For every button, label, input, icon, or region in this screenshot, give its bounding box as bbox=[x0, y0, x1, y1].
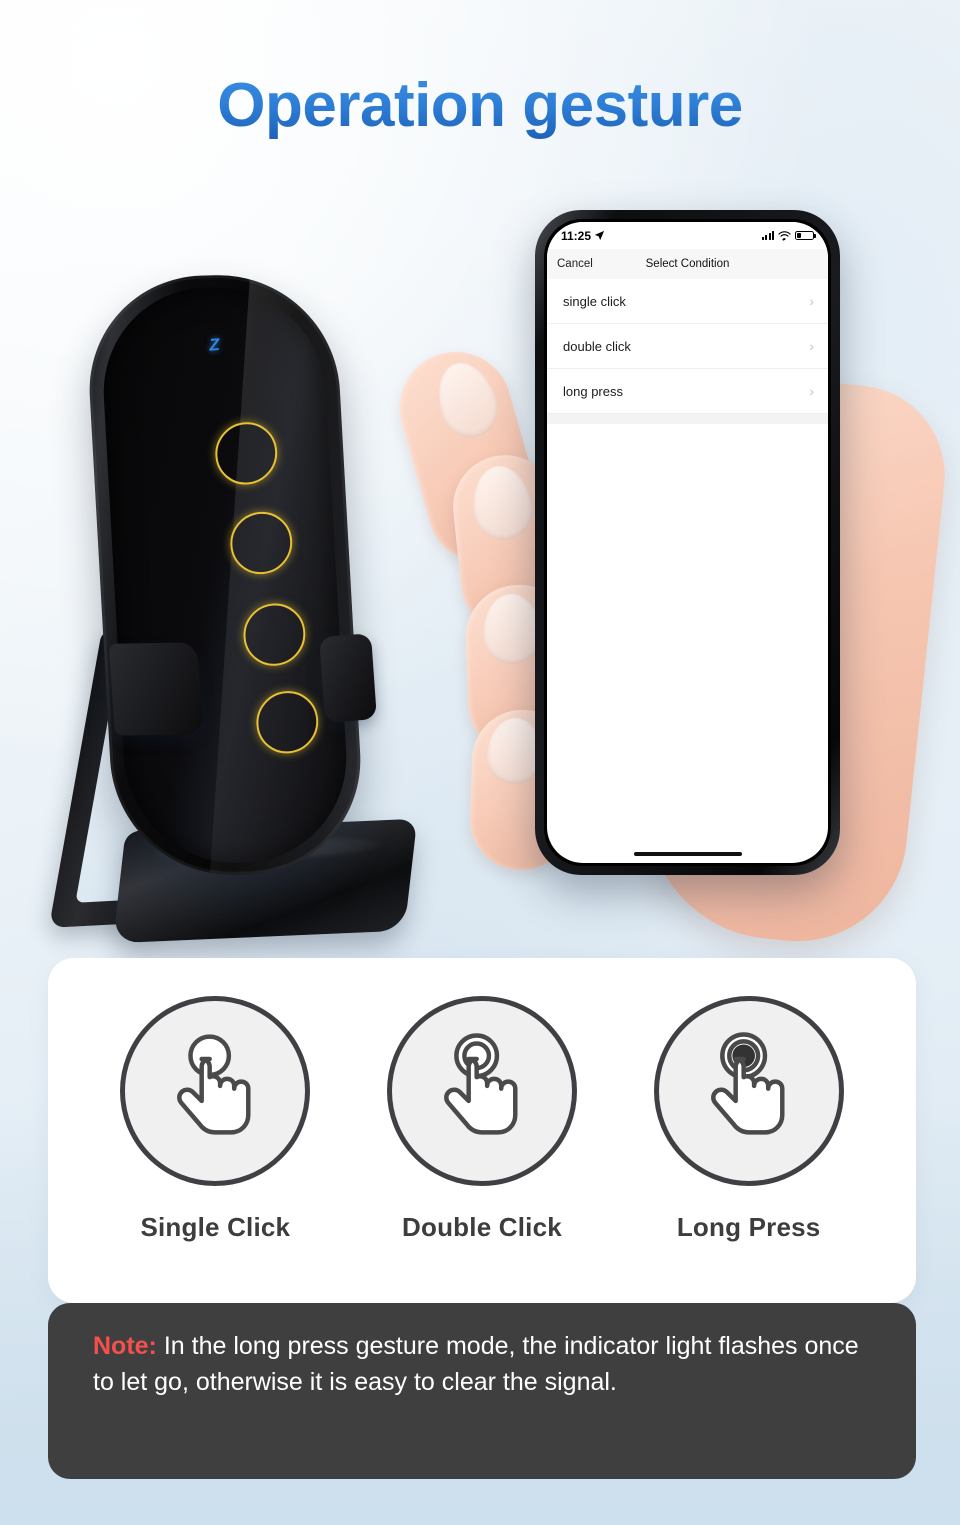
condition-list: single click › double click › long press… bbox=[547, 279, 828, 424]
smartphone: 11:25 Cancel Select Condition single cli… bbox=[535, 210, 840, 875]
gesture-label: Long Press bbox=[676, 1212, 821, 1242]
device-touch-panel: Z bbox=[83, 271, 367, 879]
chevron-right-icon: › bbox=[809, 293, 814, 309]
list-item-long-press[interactable]: long press › bbox=[547, 369, 828, 414]
note-box: Note: In the long press gesture mode, th… bbox=[48, 1303, 916, 1479]
list-item-label: long press bbox=[563, 383, 623, 399]
hero-photo-section: Z 11:25 Cancel Select Condition single c… bbox=[0, 190, 960, 970]
wifi-icon bbox=[778, 230, 791, 241]
chevron-right-icon: › bbox=[809, 383, 814, 399]
hand-holding-phone: 11:25 Cancel Select Condition single cli… bbox=[386, 190, 955, 970]
chevron-right-icon: › bbox=[809, 338, 814, 354]
device-mount-clip-right bbox=[319, 633, 377, 723]
gesture-icon-circle bbox=[653, 996, 844, 1186]
location-arrow-icon bbox=[594, 230, 605, 241]
note-label: Note: bbox=[93, 1332, 157, 1360]
gesture-icon-circle bbox=[386, 996, 577, 1186]
list-bottom-spacer bbox=[547, 414, 828, 424]
status-time: 11:25 bbox=[561, 228, 592, 243]
battery-icon bbox=[795, 230, 816, 241]
list-item-label: double click bbox=[563, 338, 631, 354]
list-item-double-click[interactable]: double click › bbox=[547, 324, 828, 369]
gesture-label: Single Click bbox=[140, 1212, 291, 1242]
hand-tap-single-icon bbox=[177, 1034, 251, 1135]
gesture-list: Single Click Double Click Long Press bbox=[48, 958, 916, 1243]
nav-title: Select Condition bbox=[645, 258, 730, 270]
hand-tap-hold-icon bbox=[710, 1032, 785, 1135]
cellular-signal-icon bbox=[761, 231, 774, 240]
status-bar-left: 11:25 bbox=[561, 229, 605, 243]
phone-bezel: 11:25 Cancel Select Condition single cli… bbox=[544, 219, 831, 866]
gesture-double-click: Double Click bbox=[357, 996, 607, 1243]
device-mount-clip-left bbox=[108, 642, 204, 736]
gesture-card: Single Click Double Click Long Press bbox=[48, 958, 916, 1303]
phone-screen[interactable]: 11:25 Cancel Select Condition single cli… bbox=[547, 222, 828, 863]
hand-tap-double-icon bbox=[444, 1033, 518, 1135]
app-nav-bar: Cancel Select Condition bbox=[547, 249, 828, 279]
note-text: In the long press gesture mode, the indi… bbox=[93, 1332, 859, 1396]
status-bar-right bbox=[761, 230, 816, 241]
page-title: Operation gesture bbox=[217, 71, 743, 140]
gesture-icon-circle bbox=[120, 996, 311, 1186]
gesture-single-click: Single Click bbox=[90, 996, 340, 1243]
device-brand-logo: Z bbox=[208, 334, 221, 355]
gesture-long-press: Long Press bbox=[624, 996, 874, 1243]
list-item-single-click[interactable]: single click › bbox=[547, 279, 828, 324]
status-bar: 11:25 bbox=[547, 222, 828, 249]
list-item-label: single click bbox=[563, 293, 626, 309]
touch-switch-device: Z bbox=[48, 235, 418, 945]
gesture-label: Double Click bbox=[402, 1212, 562, 1242]
home-indicator[interactable] bbox=[633, 851, 742, 856]
page-title-container: Operation gesture bbox=[0, 71, 960, 140]
